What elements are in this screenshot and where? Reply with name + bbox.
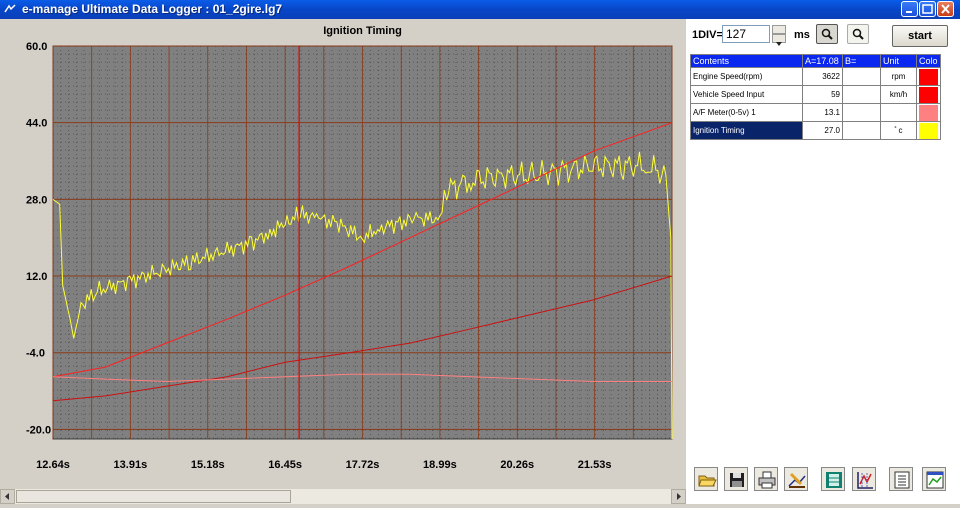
bottom-toolbar xyxy=(686,467,960,497)
chart-title: Ignition Timing xyxy=(323,25,402,37)
app-icon xyxy=(4,4,16,13)
table-view-icon xyxy=(826,472,842,488)
chart-settings-icon xyxy=(857,472,873,489)
table-view-button[interactable] xyxy=(821,467,845,491)
minimize-icon xyxy=(906,11,912,13)
div-unit: ms xyxy=(794,29,810,41)
row-b-value xyxy=(842,85,881,104)
zoom-in-button[interactable] xyxy=(816,24,838,44)
zoom-out-button[interactable] xyxy=(847,24,869,44)
scroll-left-button[interactable] xyxy=(0,489,15,504)
x-tick-label: 21.53s xyxy=(578,459,612,471)
scroll-thumb[interactable] xyxy=(16,490,291,503)
spin-up-button[interactable] xyxy=(772,25,786,38)
window-title: e-manage Ultimate Data Logger : 01_2gire… xyxy=(22,2,283,16)
table-row[interactable]: A/F Meter(0-5v) 1 13.1 xyxy=(690,103,941,122)
list-view-icon xyxy=(894,471,910,489)
row-a-value: 3622 xyxy=(802,67,843,86)
graph-window-button[interactable] xyxy=(922,467,946,491)
row-a-value: 59 xyxy=(802,85,843,104)
row-color-swatch[interactable] xyxy=(916,85,941,104)
title-bar: e-manage Ultimate Data Logger : 01_2gire… xyxy=(0,0,960,19)
row-unit: km/h xyxy=(880,85,917,104)
close-icon xyxy=(941,4,950,14)
print-icon xyxy=(758,471,776,489)
header-unit: Unit xyxy=(880,54,917,68)
magnifier-icon xyxy=(821,28,833,40)
row-b-value xyxy=(842,103,881,122)
y-tick-label: 60.0 xyxy=(26,41,47,53)
spin-down-button[interactable] xyxy=(772,34,786,46)
y-tick-label: 12.0 xyxy=(26,271,47,283)
color-swatch[interactable] xyxy=(919,122,938,139)
row-unit xyxy=(880,103,917,122)
open-folder-icon xyxy=(698,475,717,487)
row-color-swatch[interactable] xyxy=(916,121,941,140)
save-disk-icon xyxy=(730,473,744,487)
plot-panel[interactable]: Ignition Timing 60.0 44.0 28.0 12.0 -4.0 -20.0… xyxy=(0,19,686,489)
x-tick-label: 15.18s xyxy=(191,459,225,471)
close-button[interactable] xyxy=(937,1,954,17)
edit-data-icon xyxy=(788,472,806,488)
control-row: 1DIV= 127 ms start xyxy=(686,19,960,47)
row-contents: Ignition Timing xyxy=(690,121,803,140)
chart-settings-button[interactable] xyxy=(852,467,876,491)
row-color-swatch[interactable] xyxy=(916,67,941,86)
maximize-icon xyxy=(922,4,933,14)
start-button[interactable]: start xyxy=(892,25,948,47)
color-swatch[interactable] xyxy=(919,104,938,121)
y-tick-label: 28.0 xyxy=(26,194,47,206)
graph-window-icon xyxy=(926,471,944,489)
color-swatch[interactable] xyxy=(919,68,938,85)
table-row[interactable]: Vehicle Speed Input 59 km/h xyxy=(690,85,941,104)
channel-table: Contents A=17.08 B= Unit Colo Engine Spe… xyxy=(690,54,941,140)
side-panel: 1DIV= 127 ms start Contents A=17.08 B= U… xyxy=(686,19,960,504)
row-contents: Vehicle Speed Input xyxy=(690,85,803,104)
x-tick-label: 17.72s xyxy=(346,459,380,471)
row-a-value: 13.1 xyxy=(802,103,843,122)
x-tick-label: 16.45s xyxy=(268,459,302,471)
maximize-button[interactable] xyxy=(919,1,936,17)
chevron-down-icon xyxy=(776,42,782,46)
table-row-selected[interactable]: Ignition Timing 27.0 ﾟc xyxy=(690,121,941,140)
horizontal-scrollbar[interactable] xyxy=(0,489,686,504)
chevron-left-icon xyxy=(5,493,9,500)
div-input[interactable]: 127 xyxy=(722,25,770,43)
row-color-swatch[interactable] xyxy=(916,103,941,122)
x-tick-label: 12.64s xyxy=(36,459,70,471)
x-tick-label: 13.91s xyxy=(114,459,148,471)
div-label: 1DIV= xyxy=(692,29,723,41)
color-swatch[interactable] xyxy=(919,86,938,103)
header-b: B= xyxy=(842,54,881,68)
list-view-button[interactable] xyxy=(889,467,913,491)
ignition-timing-chart[interactable]: Ignition Timing 60.0 44.0 28.0 12.0 -4.0 -20.0… xyxy=(0,19,686,489)
x-tick-label: 18.99s xyxy=(423,459,457,471)
chevron-right-icon xyxy=(677,493,681,500)
edit-data-button[interactable] xyxy=(784,467,808,491)
table-header-row: Contents A=17.08 B= Unit Colo xyxy=(690,54,941,68)
row-contents: A/F Meter(0-5v) 1 xyxy=(690,103,803,122)
scroll-right-button[interactable] xyxy=(671,489,686,504)
row-unit: rpm xyxy=(880,67,917,86)
print-button[interactable] xyxy=(754,467,778,491)
open-button[interactable] xyxy=(694,467,718,491)
header-a: A=17.08 xyxy=(802,54,843,68)
x-tick-label: 20.26s xyxy=(500,459,534,471)
row-b-value xyxy=(842,67,881,86)
row-unit: ﾟc xyxy=(880,121,917,140)
minimize-button[interactable] xyxy=(901,1,918,17)
header-contents: Contents xyxy=(690,54,803,68)
header-color: Colo xyxy=(916,54,941,68)
save-button[interactable] xyxy=(724,467,748,491)
row-b-value xyxy=(842,121,881,140)
row-a-value: 27.0 xyxy=(802,121,843,140)
y-tick-label: -20.0 xyxy=(26,424,51,436)
table-row[interactable]: Engine Speed(rpm) 3622 rpm xyxy=(690,67,941,86)
y-tick-label: 44.0 xyxy=(26,118,47,130)
magnifier-icon xyxy=(852,28,864,40)
row-contents: Engine Speed(rpm) xyxy=(690,67,803,86)
y-tick-label: -4.0 xyxy=(26,348,45,360)
